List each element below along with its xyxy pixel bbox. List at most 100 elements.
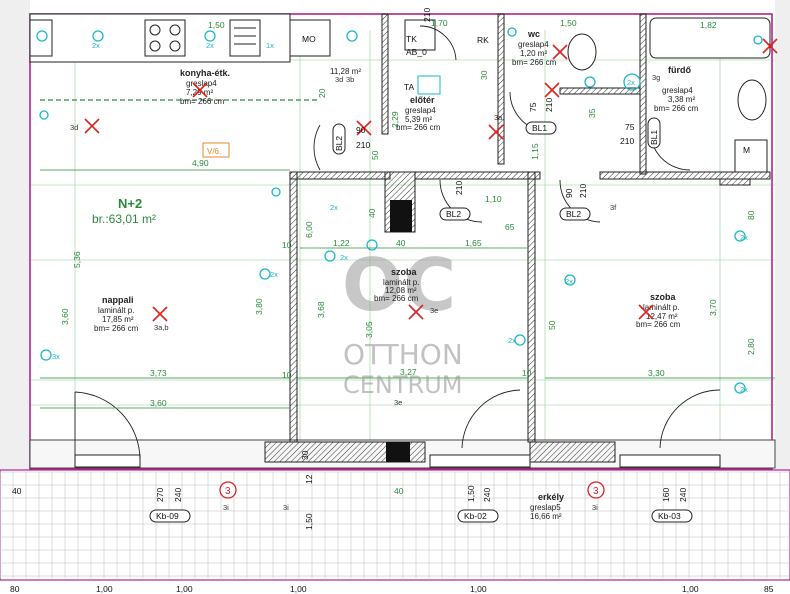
dim-360-v: 3,60	[60, 308, 70, 325]
marker-3i-a: 3i	[223, 503, 229, 512]
wc-bowl	[567, 33, 597, 71]
dim-10-c: 10	[522, 368, 532, 378]
room-floor: laminált p.	[98, 306, 134, 315]
mark-3e-a: 3e	[394, 398, 402, 407]
room-floor: greslap4	[186, 79, 217, 88]
dim-75-b: 75	[528, 102, 538, 112]
room-height: bm= 266 cm	[374, 294, 419, 303]
dim-150-b: 1,50	[208, 20, 225, 30]
facade-wall-2	[529, 441, 616, 463]
dim-30-b: 30	[300, 450, 310, 460]
dim-115: 1,15	[530, 143, 540, 160]
bl2-tag-a: BL2	[446, 209, 461, 219]
v6-tag: V/6.	[207, 147, 221, 156]
room-area: 3,38 m²	[668, 95, 695, 104]
mark-3e-b: 3e	[430, 306, 438, 315]
room-height: bm= 266 cm	[396, 123, 441, 132]
room-height: bm= 266 cm	[654, 104, 699, 113]
dim-182: 1,82	[700, 20, 717, 30]
apartment-area: br.:63,01 m²	[92, 212, 156, 226]
room-floor: greslap5	[530, 503, 561, 512]
dim-600: 6,00	[304, 221, 314, 238]
room-area: 1,20 m²	[520, 49, 547, 58]
dim-100-a: 1,00	[96, 584, 113, 594]
room-name: erkély	[538, 492, 564, 502]
mark-1x: 1x	[266, 41, 274, 50]
dim-368: 3,68	[316, 301, 326, 318]
dim-40-a: 40	[396, 238, 406, 248]
mark-2x-c: 2x	[270, 270, 278, 279]
mark-3x: 3x	[52, 352, 60, 361]
dim-100-d: 1,00	[470, 584, 487, 594]
dim-35: 35	[587, 108, 597, 118]
dim-380: 3,80	[254, 298, 264, 315]
room-floor: greslap4	[405, 106, 436, 115]
mark-3d-b: 3d	[335, 75, 343, 84]
room-height: bm= 266 cm	[512, 58, 557, 67]
dim-210-c: 210	[422, 8, 432, 22]
mo-label: MO	[302, 34, 316, 44]
room-name: fürdő	[668, 65, 691, 75]
dim-80-b: 80	[10, 584, 20, 594]
dim-490: 4,90	[192, 158, 209, 168]
machine-label: M	[743, 145, 750, 155]
dim-12: 12	[304, 474, 314, 484]
dim-150: 1,50	[560, 18, 577, 28]
dim-40-c: 40	[12, 486, 22, 496]
room-floor: greslap4	[662, 86, 693, 95]
mark-3ab: 3a,b	[154, 323, 169, 332]
dim-240-a: 240	[173, 488, 183, 502]
dim-536: 5,36	[72, 251, 82, 268]
dim-229: 2,29	[390, 111, 400, 128]
room-name: nappali	[102, 295, 134, 305]
window-nappali	[74, 454, 141, 468]
dim-170: 1,70	[431, 18, 448, 28]
mark-2x-j: 2x	[627, 78, 635, 87]
dim-327: 3,27	[400, 367, 417, 377]
marker-3i-c: 3i	[592, 503, 598, 512]
room-height: bm= 266 cm	[180, 97, 225, 106]
ta-label: TA	[404, 82, 415, 92]
marker-3-b: 3	[593, 486, 599, 497]
mark-3a: 3a	[494, 113, 503, 122]
room-floor: greslap4	[518, 40, 549, 49]
rk-label: RK	[477, 35, 489, 45]
bath-sink	[737, 79, 767, 121]
left-margin-shade	[0, 0, 30, 470]
mark-3b: 3b	[346, 75, 354, 84]
room-height: bm= 266 cm	[94, 324, 139, 333]
room-height: bm= 266 cm	[636, 320, 681, 329]
dim-30: 30	[479, 70, 489, 80]
kb09-tag: Kb-09	[156, 511, 179, 521]
floor-plan: MO M TK AB_0 RK TA OC OTTHON CENTRUM N+2…	[0, 0, 790, 594]
dim-210-d: 210	[544, 98, 554, 112]
kb02-tag: Kb-02	[464, 511, 487, 521]
dim-160: 160	[661, 488, 671, 502]
dim-270: 270	[155, 488, 165, 502]
dim-150-c: 1,50	[304, 513, 314, 530]
dim-100-b: 1,00	[176, 584, 193, 594]
dim-20: 20	[317, 88, 327, 98]
dim-50-v: 50	[370, 150, 380, 160]
dim-10-b: 10	[282, 370, 292, 380]
dim-165: 1,65	[465, 238, 482, 248]
marker-3i-b: 3i	[283, 503, 289, 512]
mark-2x-i: 2x	[565, 277, 573, 286]
kb03-tag: Kb-03	[658, 511, 681, 521]
dim-110: 1,10	[485, 194, 502, 204]
dim-240-c: 240	[678, 488, 688, 502]
dim-90-a: 90	[356, 125, 366, 135]
mark-3f: 3f	[610, 203, 617, 212]
mark-3d-a: 3d	[70, 123, 78, 132]
dim-305: 3,05	[364, 321, 374, 338]
apartment-id: N+2	[118, 196, 142, 211]
mark-2x-g: 2x	[508, 336, 516, 345]
dim-85: 85	[764, 584, 774, 594]
dim-122: 1,22	[333, 238, 350, 248]
ab-label: AB_0	[406, 47, 427, 57]
dim-280: 2,80	[746, 338, 756, 355]
fridge	[29, 19, 53, 57]
dim-10-a: 10	[282, 240, 292, 250]
mark-3g: 3g	[652, 73, 660, 82]
mark-2x-e: 2x	[740, 233, 748, 242]
